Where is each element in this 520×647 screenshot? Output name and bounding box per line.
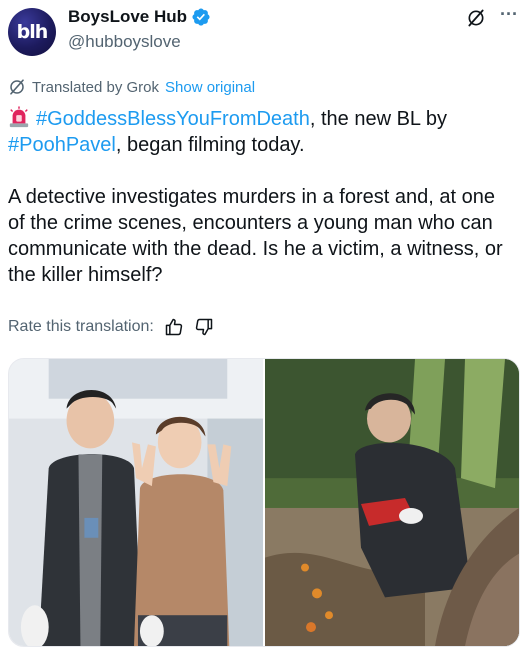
rate-label: Rate this translation:: [8, 318, 154, 335]
thumbs-down-icon[interactable]: [194, 317, 214, 337]
hashtag-link[interactable]: #GoddessBlessYouFromDeath: [36, 108, 310, 130]
tweet-text: #GoddessBlessYouFromDeath, the new BL by…: [8, 106, 516, 288]
more-icon[interactable]: ···: [500, 4, 518, 25]
hashtag-link[interactable]: #PoohPavel: [8, 134, 116, 156]
verified-badge-icon: [192, 8, 210, 26]
photo-1[interactable]: [9, 359, 263, 646]
author-display-name[interactable]: BoysLove Hub: [68, 7, 187, 27]
tweet-text-segment: , began filming today.: [115, 134, 305, 156]
media-grid: [8, 358, 520, 647]
tweet-text-segment: , the new BL by: [309, 108, 447, 130]
author-block: BoysLove Hub @hubboyslove: [68, 6, 211, 52]
thumbs-up-icon[interactable]: [164, 317, 184, 337]
show-original-link[interactable]: Show original: [165, 79, 255, 96]
grok-icon[interactable]: [466, 8, 486, 28]
grok-icon: [10, 79, 24, 95]
translated-by-label: Translated by Grok: [32, 78, 159, 96]
author-handle[interactable]: @hubboyslove: [68, 32, 211, 52]
translation-notice: Translated by Grok Show original: [8, 77, 255, 97]
photo-2[interactable]: [265, 359, 519, 646]
siren-emoji-icon: [9, 106, 29, 128]
tweet-paragraph-1: #GoddessBlessYouFromDeath, the new BL by…: [8, 106, 516, 158]
author-avatar[interactable]: blh: [8, 8, 56, 56]
rate-translation: Rate this translation:: [8, 317, 214, 337]
avatar-text: blh: [16, 21, 49, 43]
tweet-paragraph-2: A detective investigates murders in a fo…: [8, 186, 503, 286]
